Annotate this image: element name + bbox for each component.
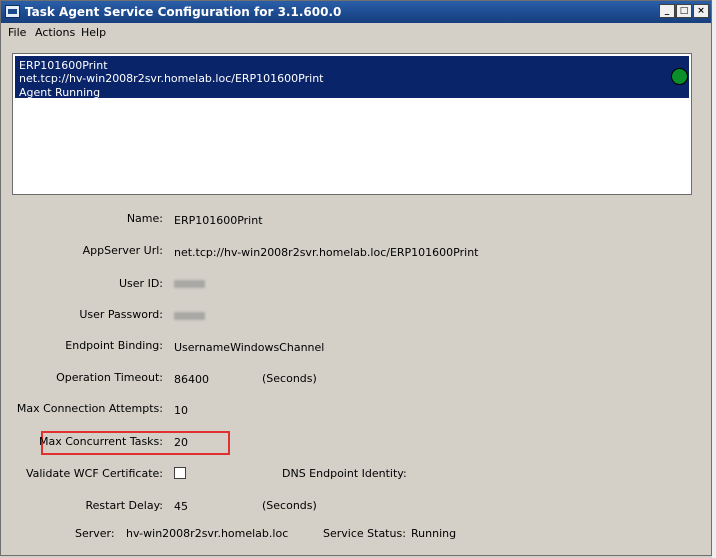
main-window: Task Agent Service Configuration for 3.1… [0,0,712,556]
appserver-url-value: net.tcp://hv-win2008r2svr.homelab.loc/ER… [174,246,479,259]
max-connection-attempts-value: 10 [174,404,188,417]
menu-actions[interactable]: Actions [35,26,75,39]
service-status-value: Running [411,527,457,540]
service-status-label: Service Status: [323,527,406,540]
window-title: Task Agent Service Configuration for 3.1… [25,5,342,19]
agent-status: Agent Running [19,86,101,99]
name-value: ERP101600Print [174,214,263,227]
app-icon [5,5,20,18]
minimize-button[interactable]: _ [659,4,675,18]
agent-url: net.tcp://hv-win2008r2svr.homelab.loc/ER… [19,72,324,85]
restart-delay-unit: (Seconds) [262,499,317,512]
restart-delay-label: Restart Delay: [85,499,163,512]
user-id-value-masked [174,280,205,288]
server-value: hv-win2008r2svr.homelab.loc [126,527,289,540]
maximize-button[interactable]: □ [676,4,692,18]
menu-bar: File Actions Help [1,23,711,43]
validate-wcf-certificate-label: Validate WCF Certificate: [25,467,163,480]
agent-list[interactable]: ERP101600Print net.tcp://hv-win2008r2svr… [12,53,692,195]
operation-timeout-value: 86400 [174,373,209,386]
dns-endpoint-identity-label: DNS Endpoint Identity: [282,467,407,480]
operation-timeout-unit: (Seconds) [262,372,317,385]
agent-name: ERP101600Print [19,59,108,72]
validate-wcf-certificate-checkbox[interactable] [174,467,186,479]
endpoint-binding-label: Endpoint Binding: [65,339,163,352]
max-connection-attempts-label: Max Connection Attempts: [16,402,163,415]
max-concurrent-tasks-label: Max Concurrent Tasks: [39,435,163,448]
server-label: Server: [75,527,115,540]
menu-help[interactable]: Help [81,26,106,39]
max-concurrent-tasks-value: 20 [174,436,188,449]
agent-list-item[interactable]: ERP101600Print net.tcp://hv-win2008r2svr… [15,56,689,99]
user-password-label: User Password: [79,308,163,321]
desktop-background [712,0,716,558]
restart-delay-value: 45 [174,500,188,513]
name-label: Name: [126,212,163,225]
user-password-value-masked [174,312,205,320]
title-bar[interactable]: Task Agent Service Configuration for 3.1… [1,1,711,23]
endpoint-binding-value: UsernameWindowsChannel [174,341,325,354]
user-id-label: User ID: [119,277,163,290]
menu-file[interactable]: File [8,26,26,39]
operation-timeout-label: Operation Timeout: [56,371,163,384]
status-indicator-icon [671,68,688,85]
appserver-url-label: AppServer Url: [82,244,163,257]
close-button[interactable]: × [693,4,709,18]
